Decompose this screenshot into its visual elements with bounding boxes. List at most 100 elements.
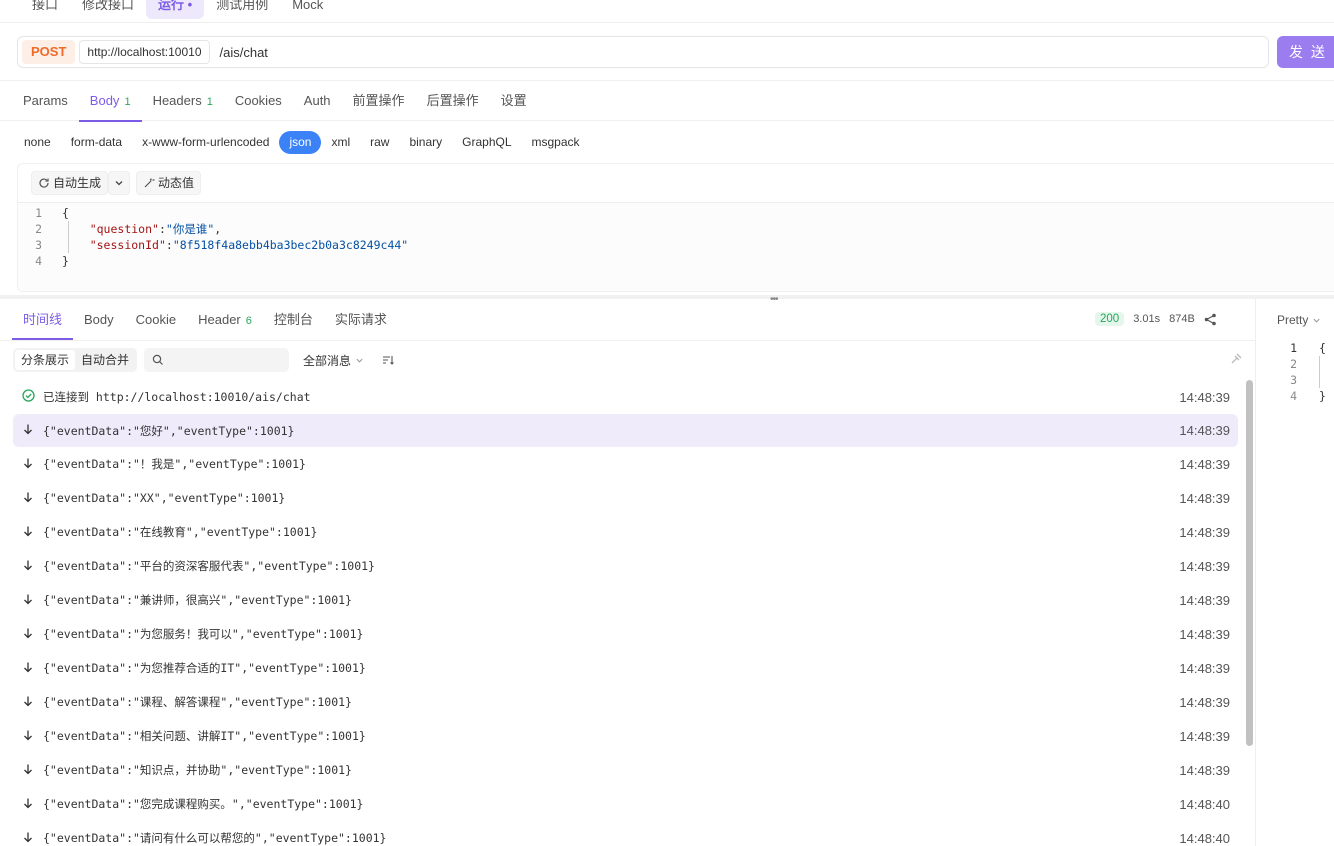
code-area[interactable]: 1{ 2 "question":"你是谁", 3 "sessionId":"8f… bbox=[18, 203, 1334, 269]
tab-auth[interactable]: Auth bbox=[293, 81, 342, 121]
tab-interface[interactable]: 接口 bbox=[20, 0, 70, 19]
arrow-down-icon bbox=[13, 661, 43, 676]
tab-response-header[interactable]: Header 6 bbox=[187, 300, 263, 340]
tab-response-cookie[interactable]: Cookie bbox=[125, 300, 187, 340]
format-label: Pretty bbox=[1277, 313, 1309, 327]
arrow-down-icon bbox=[13, 593, 43, 608]
clear-icon[interactable] bbox=[1230, 352, 1243, 365]
tab-run[interactable]: 运行 • bbox=[146, 0, 205, 19]
code-line: 1{ bbox=[18, 205, 1334, 221]
format-dropdown[interactable]: Pretty bbox=[1277, 313, 1321, 327]
send-button[interactable]: 发 送 bbox=[1277, 36, 1334, 68]
event-text: {"eventData":"！我是","eventType":1001} bbox=[43, 457, 306, 471]
tab-response-body[interactable]: Body bbox=[73, 300, 125, 340]
url-bar: POST http://localhost:10010 /ais/chat bbox=[17, 36, 1269, 68]
http-method-select[interactable]: POST bbox=[22, 40, 76, 64]
split-view-button[interactable]: 分条展示 bbox=[15, 350, 76, 370]
message-event-row[interactable]: {"eventData":"课程、解答课程","eventType":1001}… bbox=[13, 685, 1238, 719]
pane-splitter[interactable] bbox=[0, 295, 1334, 299]
top-tab-bar: 接口 修改接口 运行 • 测试用例 Mock bbox=[0, 0, 1334, 23]
message-filter-label: 全部消息 bbox=[303, 353, 352, 368]
message-event-row[interactable]: {"eventData":"知识点，并协助","eventType":1001}… bbox=[13, 753, 1238, 787]
message-filter-dropdown[interactable]: 全部消息 bbox=[303, 352, 364, 369]
tab-label: 控制台 bbox=[273, 312, 313, 327]
drag-handle-icon[interactable]: ••• bbox=[770, 294, 778, 305]
tab-label: 后置操作 bbox=[426, 93, 479, 108]
tab-timeline[interactable]: 时间线 bbox=[12, 300, 74, 340]
message-event-row[interactable]: {"eventData":"您完成课程购买。","eventType":1001… bbox=[13, 787, 1238, 821]
dynamic-value-button[interactable]: 动态值 bbox=[136, 171, 202, 195]
code-line: 3 "sessionId":"8f518f4a8ebb4ba3bec2b0a3c… bbox=[18, 237, 1334, 253]
share-icon[interactable] bbox=[1204, 313, 1217, 326]
arrow-down-icon bbox=[13, 491, 43, 506]
connection-event-row[interactable]: 已连接到 http://localhost:10010/ais/chat 14:4… bbox=[13, 380, 1238, 414]
arrow-down-icon bbox=[13, 763, 43, 778]
line-number: 3 bbox=[1290, 373, 1297, 387]
sort-icon[interactable] bbox=[382, 354, 394, 366]
tab-settings[interactable]: 设置 bbox=[490, 81, 538, 121]
chevron-down-icon bbox=[356, 358, 363, 363]
tab-pre-processors[interactable]: 前置操作 bbox=[342, 81, 416, 121]
event-text: {"eventData":"为您服务！我可以","eventType":1001… bbox=[43, 627, 364, 641]
body-type-binary[interactable]: binary bbox=[399, 131, 452, 154]
body-type-graphql[interactable]: GraphQL bbox=[452, 131, 521, 154]
tab-label: 实际请求 bbox=[334, 312, 387, 327]
arrow-down-icon bbox=[13, 423, 43, 438]
tab-actual-request[interactable]: 实际请求 bbox=[324, 300, 398, 340]
count-badge: 6 bbox=[245, 315, 252, 327]
code-text: { bbox=[62, 206, 69, 220]
message-event-row[interactable]: {"eventData":"您好","eventType":1001} 14:48… bbox=[13, 414, 1238, 447]
tab-label: Params bbox=[23, 93, 68, 108]
message-event-row[interactable]: {"eventData":"XX","eventType":1001} 14:48… bbox=[13, 481, 1238, 515]
body-type-msgpack[interactable]: msgpack bbox=[522, 131, 590, 154]
json-value: "你是谁" bbox=[165, 222, 215, 236]
tab-test-cases[interactable]: 测试用例 bbox=[204, 0, 280, 19]
message-event-row[interactable]: {"eventData":"为您服务！我可以","eventType":1001… bbox=[13, 617, 1238, 651]
code-line: 4} bbox=[18, 253, 1334, 269]
auto-generate-dropdown[interactable] bbox=[108, 171, 131, 195]
message-event-row[interactable]: {"eventData":"兼讲师，很高兴","eventType":1001}… bbox=[13, 583, 1238, 617]
body-type-urlencoded[interactable]: x-www-form-urlencoded bbox=[132, 131, 279, 154]
body-type-raw[interactable]: raw bbox=[360, 131, 399, 154]
message-event-row[interactable]: {"eventData":"！我是","eventType":1001} 14:4… bbox=[13, 447, 1238, 481]
tab-params[interactable]: Params bbox=[12, 81, 79, 121]
tab-body[interactable]: Body 1 bbox=[78, 81, 142, 122]
search-icon bbox=[152, 354, 163, 365]
tab-post-processors[interactable]: 后置操作 bbox=[416, 81, 490, 121]
message-event-row[interactable]: {"eventData":"平台的资深客服代表","eventType":100… bbox=[13, 549, 1238, 583]
auto-merge-button[interactable]: 自动合并 bbox=[75, 350, 135, 370]
base-url-select[interactable]: http://localhost:10010 bbox=[79, 40, 210, 64]
event-text: {"eventData":"您好","eventType":1001} bbox=[43, 423, 295, 438]
body-type-form-data[interactable]: form-data bbox=[61, 131, 132, 154]
search-input[interactable] bbox=[144, 348, 290, 372]
magic-wand-icon bbox=[144, 178, 155, 188]
tab-label: Auth bbox=[303, 93, 331, 108]
chevron-down-icon bbox=[115, 181, 123, 186]
body-type-json[interactable]: json bbox=[279, 131, 322, 154]
message-event-row[interactable]: {"eventData":"为您推荐合适的IT","eventType":100… bbox=[13, 651, 1238, 685]
code-text: { bbox=[1319, 341, 1326, 355]
path-input[interactable]: /ais/chat bbox=[220, 45, 268, 60]
tab-mock[interactable]: Mock bbox=[280, 0, 335, 19]
event-text: {"eventData":"相关问题、讲解IT","eventType":100… bbox=[43, 729, 366, 743]
message-event-row[interactable]: {"eventData":"请问有什么可以帮您的","eventType":10… bbox=[13, 821, 1238, 846]
scrollbar[interactable] bbox=[1246, 380, 1253, 746]
tab-label: Cookie bbox=[135, 312, 177, 327]
code-text: "sessionId":"8f518f4a8ebb4ba3bec2b0a3c82… bbox=[89, 238, 409, 252]
auto-generate-button[interactable]: 自动生成 bbox=[31, 171, 109, 195]
json-body-editor[interactable]: 自动生成 动态值 1{ 2 "question":"你是谁", 3 "sessi… bbox=[17, 163, 1334, 292]
message-detail-viewer[interactable]: 1{ 2 3 4} bbox=[1285, 340, 1326, 404]
body-type-none[interactable]: none bbox=[14, 131, 61, 154]
line-number: 4 bbox=[35, 254, 42, 268]
tab-console[interactable]: 控制台 bbox=[263, 300, 324, 340]
message-event-row[interactable]: {"eventData":"相关问题、讲解IT","eventType":100… bbox=[13, 719, 1238, 753]
event-text: {"eventData":"平台的资深客服代表","eventType":100… bbox=[43, 559, 375, 573]
tab-edit-interface[interactable]: 修改接口 bbox=[70, 0, 146, 19]
body-type-xml[interactable]: xml bbox=[321, 131, 360, 154]
tab-headers[interactable]: Headers 1 bbox=[142, 81, 224, 121]
line-number: 1 bbox=[1290, 341, 1297, 355]
tab-cookies[interactable]: Cookies bbox=[224, 81, 293, 121]
event-time: 14:48:39 bbox=[1179, 389, 1230, 405]
event-text: {"eventData":"您完成课程购买。","eventType":1001… bbox=[43, 797, 364, 811]
message-event-row[interactable]: {"eventData":"在线教育","eventType":1001} 14:… bbox=[13, 515, 1238, 549]
